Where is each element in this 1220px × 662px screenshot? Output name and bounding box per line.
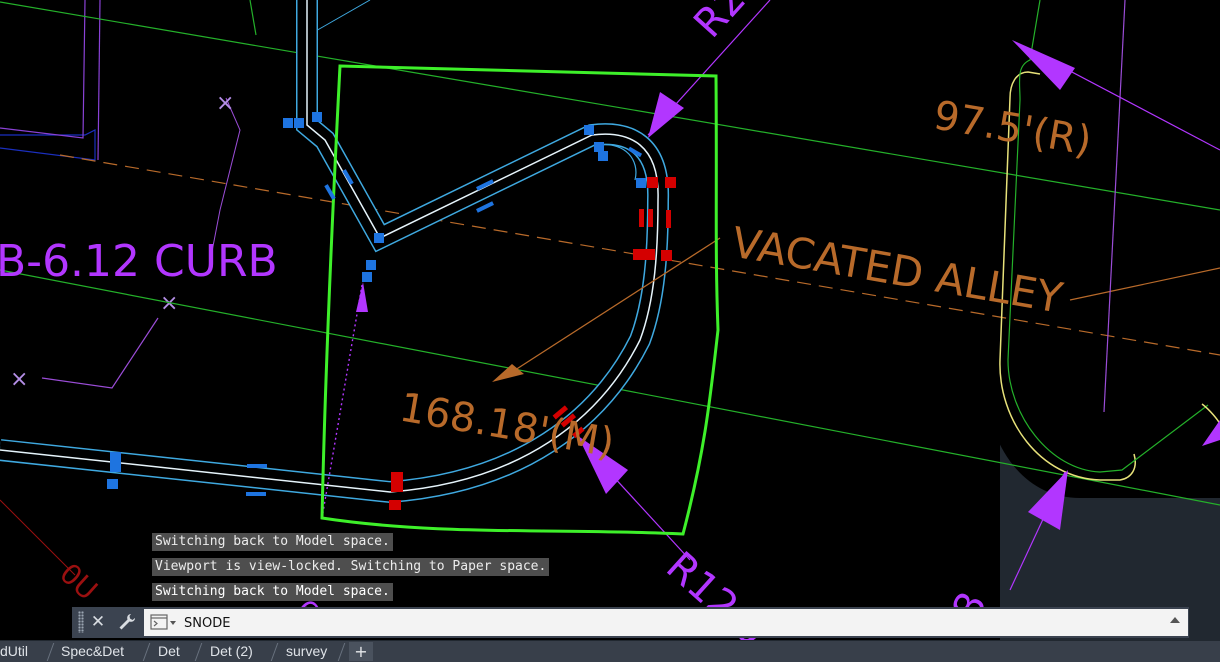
chevron-up-icon[interactable] [1170, 617, 1180, 623]
autocad-window: × × × B-6.12 CURB VACATED ALLEY 168.18'(… [0, 0, 1220, 662]
tab-separator [46, 643, 55, 661]
tab-spec-det[interactable]: Spec&Det [61, 641, 124, 662]
grip-dash[interactable] [247, 464, 267, 468]
history-line: Switching back to Model space. [152, 583, 393, 601]
grip-blue[interactable] [362, 272, 372, 282]
grip-blue[interactable] [374, 233, 384, 243]
command-line-bar: ✕ SNODE [72, 607, 1189, 638]
grip-blue[interactable] [636, 178, 646, 188]
grip-dash[interactable] [246, 492, 266, 496]
history-line: Viewport is view-locked. Switching to Pa… [152, 558, 550, 576]
grip-blue[interactable] [110, 462, 121, 472]
drag-handle-icon[interactable] [78, 611, 84, 633]
tab-separator [194, 643, 203, 661]
tab-separator [270, 643, 279, 661]
command-input-value: SNODE [184, 616, 231, 631]
grip-blue[interactable] [598, 151, 608, 161]
tab-dutil[interactable]: dUtil [0, 641, 28, 662]
grip-red[interactable] [389, 500, 401, 510]
grip-red[interactable] [661, 250, 672, 261]
grip-red[interactable] [633, 249, 655, 260]
command-prompt-icon[interactable] [150, 614, 178, 632]
history-line: Switching back to Model space. [152, 533, 393, 551]
tab-separator [337, 643, 346, 661]
curb-label: B-6.12 CURB [0, 236, 278, 287]
close-icon[interactable]: ✕ [88, 611, 108, 633]
command-input[interactable]: SNODE [144, 609, 1188, 636]
grip-red[interactable] [648, 209, 653, 227]
grip-blue[interactable] [366, 260, 376, 270]
grip-red[interactable] [639, 209, 644, 227]
grip-blue[interactable] [584, 125, 594, 135]
grip-blue[interactable] [294, 118, 304, 128]
wrench-icon[interactable] [116, 611, 138, 633]
grip-blue[interactable] [283, 118, 293, 128]
grip-blue[interactable] [107, 479, 118, 489]
tab-survey[interactable]: survey [286, 641, 327, 662]
tab-det[interactable]: Det [158, 641, 180, 662]
grip-blue[interactable] [312, 112, 322, 122]
command-history: Switching back to Model space. Viewport … [152, 533, 652, 603]
x-mark-3: × [10, 367, 28, 392]
x-mark-1: × [216, 91, 234, 116]
tab-separator [142, 643, 151, 661]
grip-red[interactable] [391, 472, 403, 492]
grip-blue[interactable] [594, 142, 604, 152]
grip-blue[interactable] [110, 452, 121, 462]
grip-red[interactable] [666, 210, 671, 228]
tab-det-2[interactable]: Det (2) [210, 641, 253, 662]
grip-red[interactable] [665, 177, 676, 188]
add-layout-button[interactable]: + [349, 642, 373, 661]
grip-red[interactable] [647, 177, 658, 188]
layout-tabs: dUtil Spec&Det Det Det (2) survey + [0, 641, 1220, 662]
